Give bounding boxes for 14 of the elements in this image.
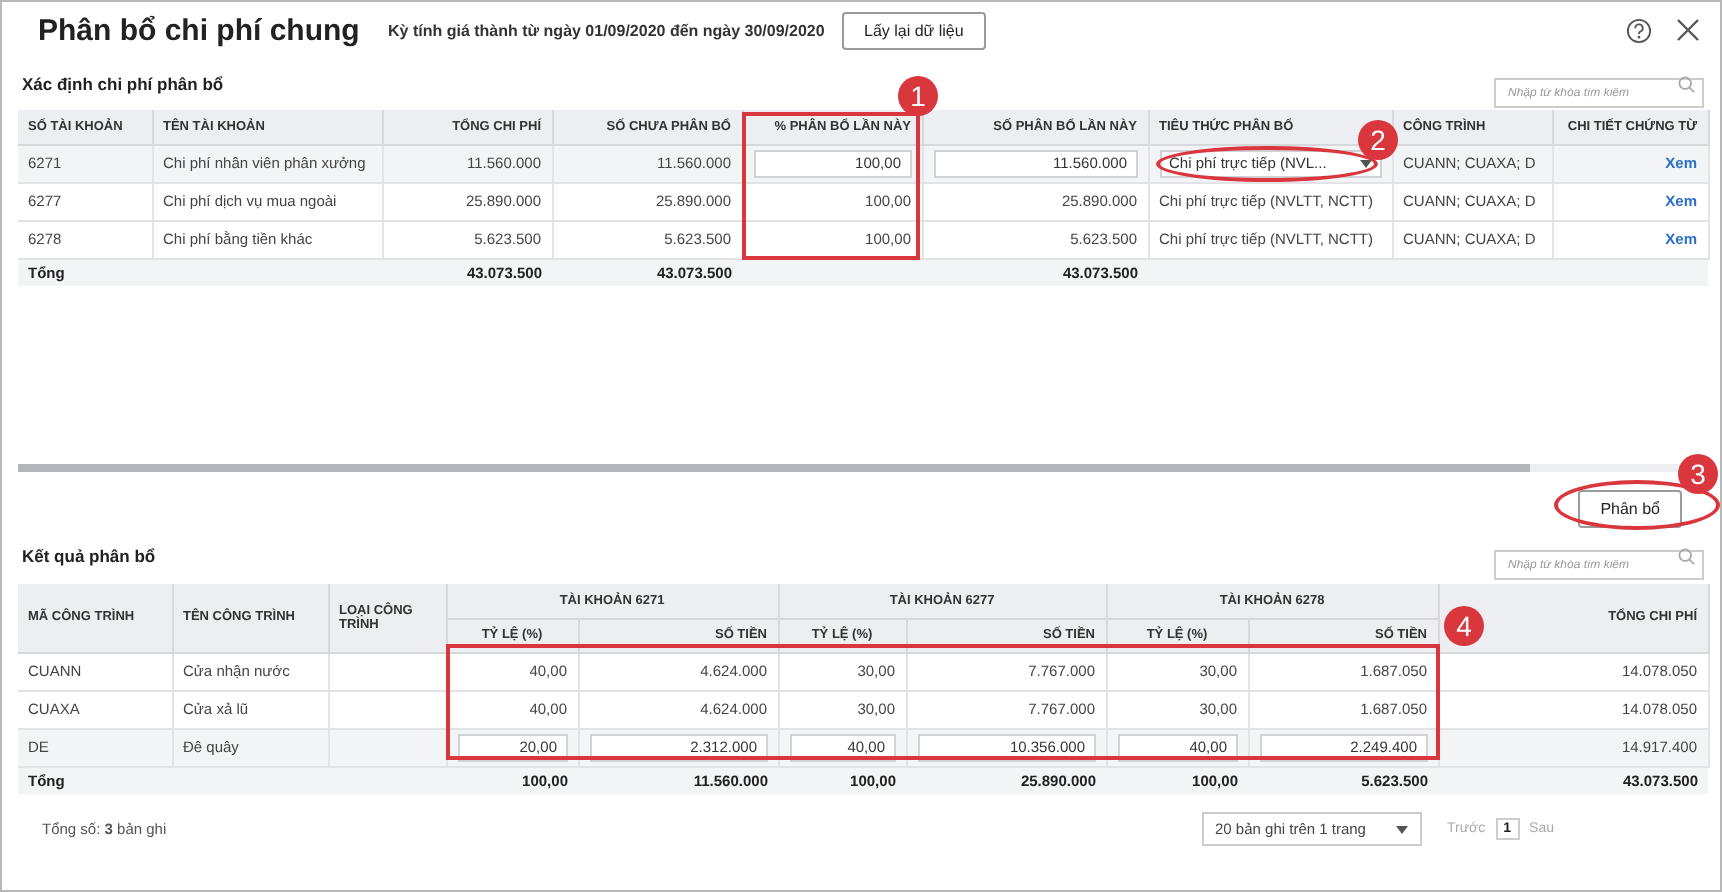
step-badge: 1 (898, 76, 938, 116)
section-title: Xác định chi phí phân bổ (22, 74, 224, 94)
help-icon[interactable] (1626, 17, 1652, 43)
search-icon (1678, 547, 1696, 565)
section-title: Kết quả phân bổ (22, 546, 156, 566)
allocate-button[interactable]: Phân bổ (1578, 490, 1682, 528)
close-icon[interactable] (1676, 18, 1700, 42)
period-label: Kỳ tính giá thành từ ngày 01/09/2020 đến ngày 30/09/2020 (388, 21, 827, 39)
scrollbar[interactable] (18, 464, 1530, 472)
search-icon (1678, 75, 1696, 93)
reload-button[interactable]: Lấy lại dữ liệu (842, 11, 986, 49)
step-badge: 3 (1678, 454, 1718, 494)
window-title: Phân bổ chi phí chung (38, 13, 362, 47)
caret-icon (1395, 825, 1407, 833)
